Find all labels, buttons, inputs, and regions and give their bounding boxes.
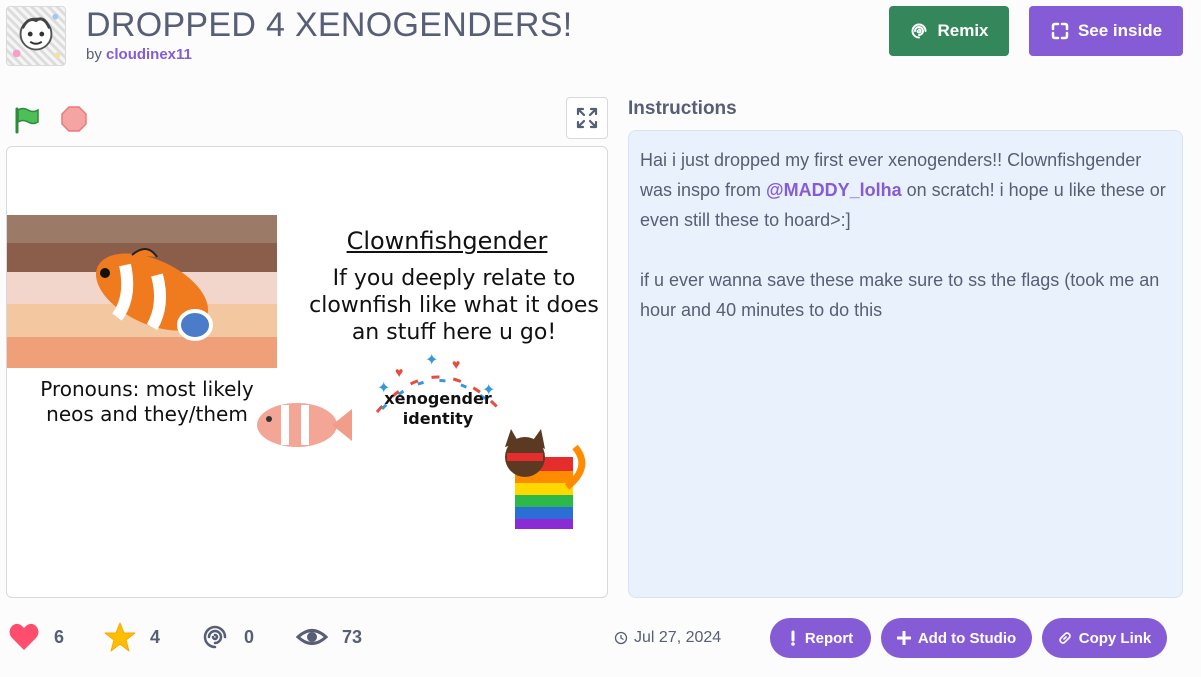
instructions-paragraph-1: Hai i just dropped my first ever xenogen… [640, 145, 1171, 235]
author-link[interactable]: cloudinex11 [106, 46, 192, 63]
copy-link-button[interactable]: Copy Link [1042, 618, 1167, 658]
stage-pronouns: Pronouns: most likely neos and they/them [40, 377, 254, 426]
exclamation-icon [791, 630, 795, 646]
svg-text:♥: ♥ [395, 364, 403, 380]
report-label: Report [804, 629, 854, 647]
flag-stripe [7, 337, 277, 368]
add-to-studio-button[interactable]: Add to Studio [881, 618, 1032, 658]
stop-sign-icon[interactable] [60, 105, 88, 133]
svg-text:✦: ✦ [425, 352, 438, 369]
view-stat: 73 [296, 622, 362, 652]
project-stats-bar: 6 4 0 73 Jul 27, 2024 Report Add to Stud… [0, 612, 1201, 662]
see-inside-icon [1051, 22, 1069, 40]
stage-artwork: ♥ ♥ ✦ ✦ ✦ [7, 215, 586, 529]
heart-icon [9, 623, 39, 650]
see-inside-button[interactable]: See inside [1029, 6, 1183, 56]
project-byline: by cloudinex11 [86, 46, 192, 63]
svg-text:♥: ♥ [452, 356, 460, 372]
report-button[interactable]: Report [770, 618, 871, 658]
stage-description: If you deeply relate to clownfish like w… [309, 266, 599, 345]
share-date: Jul 27, 2024 [614, 629, 721, 647]
user-mention-link[interactable]: @MADDY_lolha [766, 180, 902, 200]
remix-icon [911, 23, 927, 39]
instructions-title: Instructions [628, 98, 737, 119]
date-icon [614, 631, 628, 645]
stage-heading: Clownfishgender [346, 227, 548, 255]
love-stat[interactable]: 6 [8, 622, 64, 652]
link-icon [1058, 632, 1071, 644]
fullscreen-icon [576, 107, 598, 129]
project-title: DROPPED 4 XENOGENDERS! [86, 6, 573, 44]
remix-button[interactable]: Remix [889, 6, 1009, 56]
fullscreen-button[interactable] [566, 97, 608, 139]
remix-spiral-icon [203, 625, 227, 649]
remix-count: 0 [244, 626, 255, 647]
rainbow-cat-icon [505, 429, 586, 529]
remix-label: Remix [937, 21, 989, 40]
project-stage[interactable]: ♥ ♥ ✦ ✦ ✦ Clownfishgender If you deeply … [6, 146, 608, 598]
view-count: 73 [342, 626, 363, 647]
flag-stripe [7, 215, 277, 243]
date-text: Jul 27, 2024 [634, 629, 722, 646]
author-avatar[interactable] [6, 6, 66, 66]
favorite-count: 4 [150, 626, 161, 647]
project-header: DROPPED 4 XENOGENDERS! by cloudinex11 Re… [0, 0, 1201, 80]
player-controls [8, 97, 610, 140]
small-fish-icon [257, 403, 352, 447]
green-flag-icon[interactable] [12, 106, 40, 134]
love-count: 6 [54, 626, 65, 647]
add-to-studio-label: Add to Studio [917, 629, 1017, 647]
remix-stat: 0 [200, 622, 254, 652]
instructions-box: Hai i just dropped my first ever xenogen… [628, 130, 1183, 598]
favorite-stat[interactable]: 4 [104, 622, 160, 652]
see-inside-label: See inside [1077, 21, 1163, 40]
avatar-drawing-icon [12, 13, 61, 59]
plus-icon [896, 631, 911, 645]
instructions-paragraph-2: if u ever wanna save these make sure to … [640, 270, 1160, 320]
stage-xeno-label: xenogender identity [384, 389, 492, 428]
byline-prefix: by [86, 46, 102, 63]
copy-link-label: Copy Link [1078, 629, 1152, 647]
eye-icon [296, 629, 328, 645]
star-icon [104, 622, 136, 652]
